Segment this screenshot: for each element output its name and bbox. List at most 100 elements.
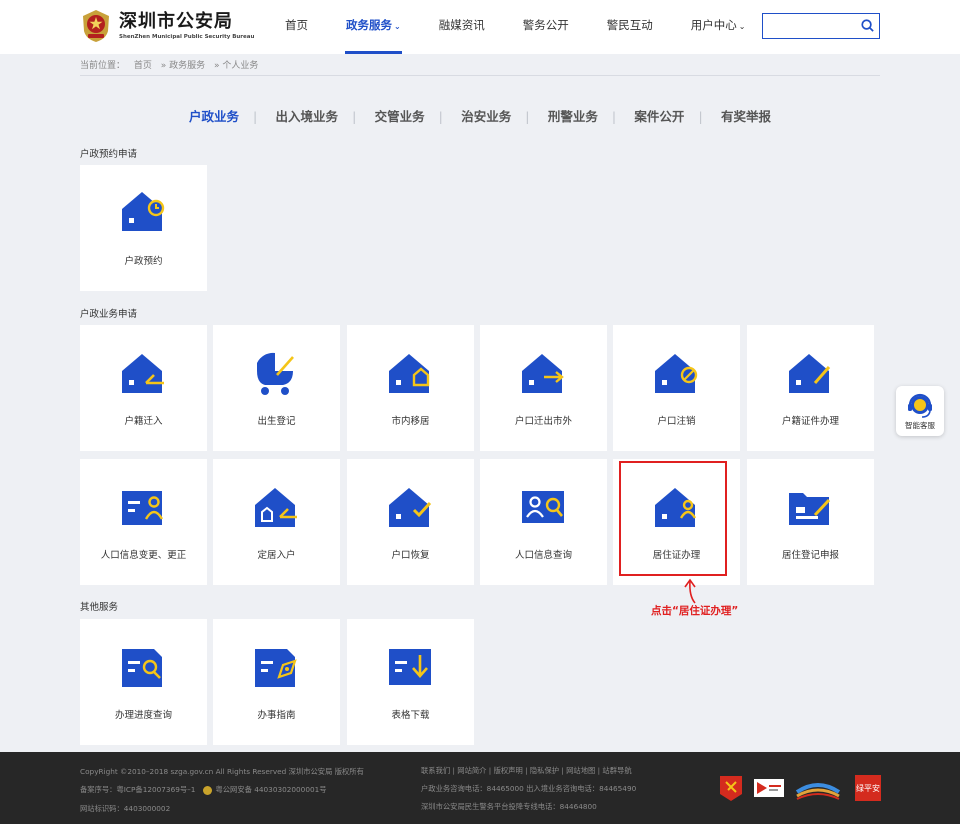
guide-compass-icon bbox=[255, 649, 297, 687]
service-card-label: 表格下载 bbox=[391, 710, 430, 721]
tab-separator: | bbox=[252, 109, 258, 124]
service-card-household-booking[interactable]: 户政预约 bbox=[80, 165, 207, 291]
id-card-person-icon bbox=[122, 491, 164, 525]
service-card-residence-registration[interactable]: 居住登记申报 bbox=[747, 459, 874, 585]
footer-copyright: CopyRight ©2010–2018 szga.gov.cn All Rig… bbox=[80, 767, 364, 776]
service-card-label: 户口恢复 bbox=[391, 550, 430, 561]
service-card-label: 户籍证件办理 bbox=[781, 416, 839, 427]
footer-police-record[interactable]: 粤公网安备 44030302000001号 bbox=[215, 785, 326, 794]
service-card-label: 市内移居 bbox=[391, 416, 430, 427]
site-name-en: ShenZhen Municipal Public Security Burea… bbox=[119, 34, 255, 40]
breadcrumb-government-services[interactable]: » 政务服务 bbox=[161, 61, 205, 71]
house-check-icon bbox=[389, 488, 432, 527]
nav-government-services[interactable]: 政务服务 ⌄ bbox=[327, 0, 420, 54]
police-badge-icon bbox=[203, 785, 213, 795]
service-card-household-certificate[interactable]: 户籍证件办理 bbox=[747, 325, 874, 451]
nav-police-public-interaction[interactable]: 警民互动 bbox=[588, 0, 672, 54]
safe-badge-icon[interactable]: 绿平安 bbox=[854, 774, 882, 802]
footer-icp[interactable]: 备案序号：粤ICP备12007369号–1 bbox=[80, 785, 195, 794]
house-person-icon bbox=[655, 488, 697, 527]
safe-badge-text: 绿平安 bbox=[856, 783, 880, 793]
main-nav: 首页 政务服务 ⌄ 融媒资讯 警务公开 警民互动 用户中心 ⌄ bbox=[266, 0, 764, 54]
footer-hotline-1: 户政业务咨询电话：84465000 出入境业务咨询电话：84465490 bbox=[421, 784, 637, 793]
service-card-birth-registration[interactable]: 出生登记 bbox=[213, 325, 340, 451]
service-card-population-info-change[interactable]: 人口信息变更、更正 bbox=[80, 459, 207, 585]
document-search-icon bbox=[122, 649, 162, 687]
search-input[interactable] bbox=[767, 15, 859, 37]
tab-separator: | bbox=[611, 109, 617, 124]
nav-police-affairs-public[interactable]: 警务公开 bbox=[504, 0, 588, 54]
search-icon[interactable] bbox=[860, 18, 875, 33]
house-cancel-icon bbox=[655, 354, 698, 393]
section-title-household-apply: 户政业务申请 bbox=[80, 309, 138, 320]
id-card-search-icon bbox=[522, 491, 564, 523]
party-badge-icon[interactable] bbox=[718, 774, 744, 802]
service-card-label: 办事指南 bbox=[257, 710, 296, 721]
service-card-label: 出生登记 bbox=[257, 416, 296, 427]
house-settle-icon bbox=[255, 488, 297, 527]
house-pen-icon bbox=[789, 354, 831, 393]
house-clock-icon bbox=[122, 192, 165, 231]
service-card-progress-query[interactable]: 办理进度查询 bbox=[80, 619, 207, 745]
smart-customer-service-button[interactable]: 智能客服 bbox=[896, 386, 944, 436]
service-card-form-download[interactable]: 表格下载 bbox=[347, 619, 474, 745]
headset-icon bbox=[908, 393, 932, 418]
tab-criminal[interactable]: 刑警业务 bbox=[534, 109, 612, 124]
service-card-residence-permit[interactable]: 居住证办理 bbox=[613, 459, 740, 585]
error-correction-badge-icon[interactable] bbox=[753, 774, 785, 802]
tab-case-public[interactable]: 案件公开 bbox=[620, 109, 698, 124]
service-card-household-move-in[interactable]: 户籍迁入 bbox=[80, 325, 207, 451]
house-move-out-icon bbox=[522, 354, 564, 393]
baby-stroller-icon bbox=[257, 352, 294, 395]
service-card-household-cancellation[interactable]: 户口注销 bbox=[613, 325, 740, 451]
service-card-household-restore[interactable]: 户口恢复 bbox=[347, 459, 474, 585]
tab-public-security[interactable]: 治安业务 bbox=[447, 109, 525, 124]
house-move-in-icon bbox=[122, 354, 164, 393]
smart-customer-service-label: 智能客服 bbox=[905, 421, 935, 430]
tab-traffic[interactable]: 交管业务 bbox=[361, 109, 439, 124]
site-name-cn: 深圳市公安局 bbox=[119, 11, 233, 32]
tab-household[interactable]: 户政业务 bbox=[175, 109, 253, 124]
site-header: 深圳市公安局 ShenZhen Municipal Public Securit… bbox=[0, 0, 960, 54]
service-card-population-info-query[interactable]: 人口信息查询 bbox=[480, 459, 607, 585]
police-emblem-icon bbox=[83, 10, 109, 42]
service-card-label: 人口信息查询 bbox=[514, 550, 572, 561]
footer-links[interactable]: 联系我们 | 网站简介 | 版权声明 | 隐私保护 | 网站地图 | 站群导航 bbox=[421, 766, 701, 775]
tab-separator: | bbox=[525, 109, 530, 124]
site-logo[interactable]: 深圳市公安局 ShenZhen Municipal Public Securit… bbox=[80, 9, 254, 43]
nav-user-center[interactable]: 用户中心 ⌄ bbox=[672, 0, 765, 54]
footer-badges: 绿平安 bbox=[718, 774, 888, 804]
search-box bbox=[762, 13, 880, 39]
tab-exit-entry[interactable]: 出入境业务 bbox=[262, 109, 353, 124]
category-tabs: 户政业务 | 出入境业务 | 交管业务 | 治安业务 | 刑警业务 | 案件公开 | 有奖举… bbox=[0, 106, 960, 125]
service-card-label: 办理进度查询 bbox=[114, 710, 172, 721]
footer-record-line: 备案序号：粤ICP备12007369号–1 粤公网安备 4403030200000… bbox=[80, 785, 400, 795]
breadcrumb-prefix: 当前位置： bbox=[80, 61, 126, 71]
breadcrumb-home[interactable]: 首页 bbox=[134, 61, 152, 71]
tab-reward-report[interactable]: 有奖举报 bbox=[707, 109, 785, 124]
chevron-down-icon: ⌄ bbox=[394, 22, 401, 31]
service-card-settlement[interactable]: 定居入户 bbox=[213, 459, 340, 585]
government-site-badge-icon[interactable] bbox=[795, 774, 841, 802]
service-card-label: 定居入户 bbox=[257, 550, 296, 561]
download-icon bbox=[389, 649, 431, 685]
tab-separator: | bbox=[352, 109, 357, 124]
service-card-service-guide[interactable]: 办事指南 bbox=[213, 619, 340, 745]
nav-home[interactable]: 首页 bbox=[266, 0, 327, 54]
arrow-up-icon bbox=[684, 578, 696, 604]
service-card-label: 人口信息变更、更正 bbox=[100, 550, 187, 561]
nav-media-news[interactable]: 融媒资讯 bbox=[420, 0, 504, 54]
service-card-label: 户口注销 bbox=[657, 416, 696, 427]
service-card-move-out-of-city[interactable]: 户口迁出市外 bbox=[480, 325, 607, 451]
folder-pen-icon bbox=[789, 493, 831, 525]
chevron-down-icon: ⌄ bbox=[738, 22, 746, 31]
site-footer: CopyRight ©2010–2018 szga.gov.cn All Rig… bbox=[0, 752, 960, 824]
service-card-label: 户口迁出市外 bbox=[514, 416, 572, 427]
service-card-intra-city-relocation[interactable]: 市内移居 bbox=[347, 325, 474, 451]
breadcrumb-personal-business[interactable]: » 个人业务 bbox=[214, 61, 258, 71]
footer-hotline-2: 深圳市公安局民生警务平台投降专线电话：84464800 bbox=[421, 802, 597, 811]
section-title-other-services: 其他服务 bbox=[80, 602, 119, 613]
tab-separator: | bbox=[438, 109, 443, 124]
tab-separator: | bbox=[698, 109, 703, 124]
annotation-text: 点击“居住证办理” bbox=[651, 605, 739, 617]
